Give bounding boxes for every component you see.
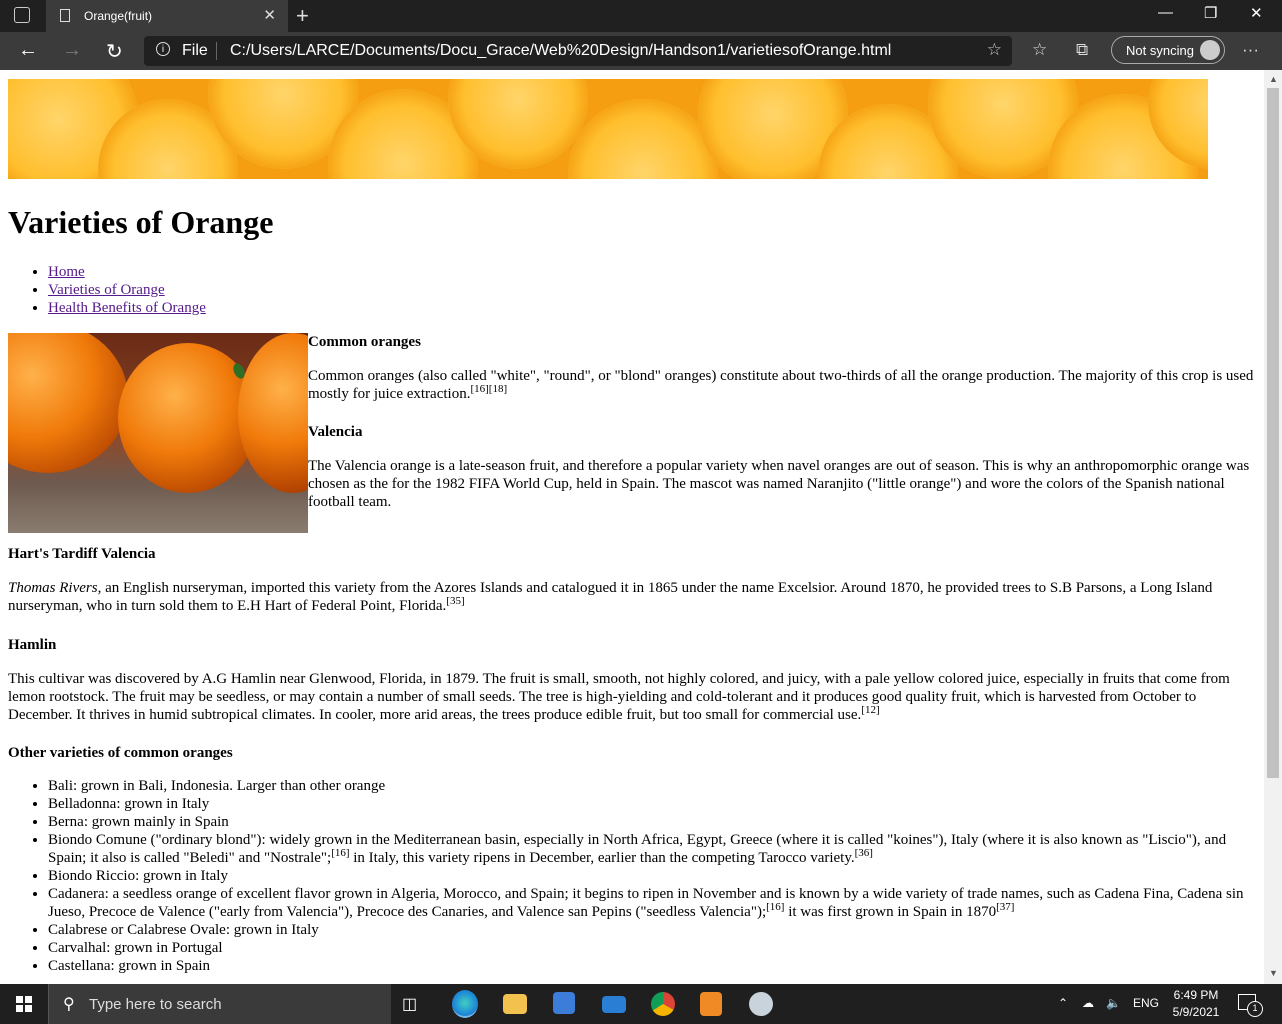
- citation: [16][18]: [470, 383, 508, 395]
- clock-date: 5/9/2021: [1172, 1005, 1220, 1019]
- forward-arrow-icon[interactable]: →: [62, 39, 82, 62]
- list-item: Carvalhal: grown in Portugal: [48, 939, 1258, 957]
- nav-link-varieties[interactable]: Varieties of Orange: [48, 282, 165, 298]
- section-title-valencia: Valencia: [308, 424, 363, 440]
- profile-sync-button[interactable]: Not syncing: [1111, 36, 1225, 64]
- scrollbar-thumb[interactable]: [1267, 88, 1279, 778]
- varieties-list: Bali: grown in Bali, Indonesia. Larger t…: [48, 777, 1258, 975]
- show-hidden-icons-chevron-icon[interactable]: ⌃: [1058, 996, 1068, 1010]
- list-item: Biondo Comune ("ordinary blond"): widely…: [48, 831, 1258, 867]
- section-title-harts: Hart's Tardiff Valencia: [8, 546, 156, 562]
- minimize-button[interactable]: —: [1158, 4, 1173, 21]
- refresh-icon[interactable]: ↻: [106, 39, 123, 64]
- nav-item: Health Benefits of Orange: [48, 299, 206, 317]
- section-text-common: Common oranges (also called "white", "ro…: [308, 368, 1254, 402]
- more-menu-icon[interactable]: ···: [1242, 40, 1259, 60]
- orange-slices-banner: [8, 79, 1208, 179]
- restore-button[interactable]: ❐: [1204, 4, 1217, 22]
- page-icon: [60, 9, 70, 22]
- favorites-icon[interactable]: ☆: [1032, 40, 1047, 60]
- section-title-other: Other varieties of common oranges: [8, 745, 233, 761]
- taskbar-search-box[interactable]: ⚲ Type here to search: [48, 984, 391, 1024]
- search-placeholder: Type here to search: [89, 996, 222, 1013]
- mail-icon[interactable]: [602, 996, 626, 1013]
- add-favorite-icon[interactable]: ☆: [987, 40, 1002, 60]
- url-text[interactable]: C:/Users/LARCE/Documents/Docu_Grace/Web%…: [230, 42, 891, 60]
- action-center-icon[interactable]: 1: [1238, 994, 1263, 1017]
- scheme-label: File: [182, 42, 208, 59]
- notification-count-badge: 1: [1247, 1001, 1263, 1017]
- sync-label: Not syncing: [1126, 43, 1194, 58]
- collections-icon[interactable]: ⧉: [1076, 40, 1088, 60]
- tab-actions-icon[interactable]: [14, 7, 30, 23]
- list-item: Biondo Riccio: grown in Italy: [48, 867, 1258, 885]
- section-text-harts: Thomas Rivers, an English nurseryman, im…: [8, 580, 1213, 614]
- citation: [16]: [331, 847, 350, 859]
- list-item: Berna: grown mainly in Spain: [48, 813, 1258, 831]
- list-item: Calabrese or Calabrese Ovale: grown in I…: [48, 921, 1258, 939]
- back-arrow-icon[interactable]: ←: [18, 39, 38, 62]
- list-item: Castellana: grown in Spain: [48, 957, 1258, 975]
- tab-strip: Orange(fruit) ✕ + — ❐ ✕: [0, 0, 1282, 32]
- section-text-valencia: The Valencia orange is a late-season fru…: [308, 458, 1250, 510]
- page-title: Varieties of Orange: [8, 204, 274, 240]
- section-title-hamlin: Hamlin: [8, 637, 57, 653]
- browser-tab[interactable]: Orange(fruit) ✕: [46, 0, 288, 32]
- vertical-scrollbar[interactable]: ▲ ▼: [1264, 70, 1282, 984]
- onedrive-cloud-icon[interactable]: ☁: [1082, 996, 1094, 1010]
- store-icon[interactable]: [553, 992, 575, 1014]
- tab-close-icon[interactable]: ✕: [263, 6, 276, 24]
- oranges-photo: [8, 333, 308, 533]
- edge-taskbar-icon[interactable]: [452, 990, 478, 1018]
- search-icon: ⚲: [63, 996, 75, 1013]
- new-tab-button[interactable]: +: [296, 3, 309, 29]
- taskbar: ⚲ Type here to search ◫ ⌃ ☁ 🔈 ENG 6:49 P…: [0, 984, 1282, 1024]
- citation: [16]: [766, 901, 785, 913]
- address-divider: [216, 42, 217, 60]
- citation: [35]: [446, 595, 465, 607]
- volume-icon[interactable]: 🔈: [1106, 996, 1121, 1010]
- nav-link-home[interactable]: Home: [48, 264, 85, 280]
- paint-icon[interactable]: [749, 992, 773, 1016]
- citation: [36]: [854, 847, 873, 859]
- file-explorer-icon[interactable]: [503, 994, 527, 1014]
- site-nav: Home Varieties of Orange Health Benefits…: [48, 263, 206, 317]
- nav-item: Home: [48, 263, 206, 281]
- list-item: Belladonna: grown in Italy: [48, 795, 1258, 813]
- section-text-hamlin: This cultivar was discovered by A.G Haml…: [8, 671, 1230, 723]
- nav-item: Varieties of Orange: [48, 281, 206, 299]
- address-bar-row: ← → ↻ i File C:/Users/LARCE/Documents/Do…: [0, 32, 1282, 70]
- site-info-icon[interactable]: i: [156, 42, 170, 56]
- nav-link-health-benefits[interactable]: Health Benefits of Orange: [48, 300, 206, 316]
- citation: [12]: [861, 704, 880, 716]
- scroll-down-icon[interactable]: ▼: [1269, 968, 1278, 978]
- sublime-text-icon[interactable]: [700, 992, 722, 1016]
- input-language[interactable]: ENG: [1133, 996, 1159, 1010]
- windows-start-icon[interactable]: [16, 996, 32, 1012]
- citation: [37]: [996, 901, 1015, 913]
- page-viewport: Varieties of Orange Home Varieties of Or…: [0, 70, 1264, 984]
- address-bar[interactable]: i File C:/Users/LARCE/Documents/Docu_Gra…: [144, 36, 1012, 66]
- clock-time: 6:49 PM: [1173, 988, 1219, 1002]
- window-close-button[interactable]: ✕: [1250, 4, 1263, 22]
- list-item: Bali: grown in Bali, Indonesia. Larger t…: [48, 777, 1258, 795]
- tab-title: Orange(fruit): [84, 9, 153, 23]
- chrome-icon[interactable]: [651, 992, 675, 1016]
- avatar-icon: [1200, 40, 1220, 60]
- list-item: Cadanera: a seedless orange of excellent…: [48, 885, 1258, 921]
- task-view-icon[interactable]: ◫: [402, 994, 432, 1022]
- section-title-common: Common oranges: [308, 334, 421, 350]
- scroll-up-icon[interactable]: ▲: [1269, 74, 1278, 84]
- system-clock[interactable]: 6:49 PM 5/9/2021: [1166, 987, 1226, 1021]
